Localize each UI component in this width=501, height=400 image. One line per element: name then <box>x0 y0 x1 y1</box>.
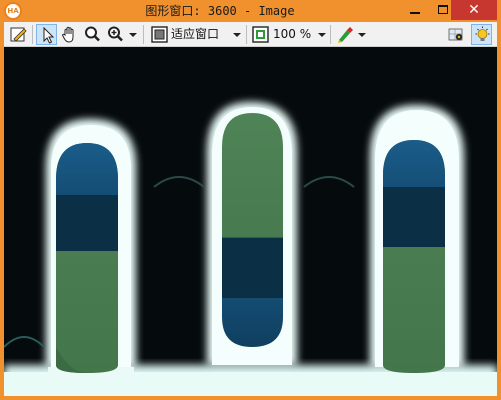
magnify-button[interactable] <box>82 24 103 45</box>
capsule-image <box>4 47 497 396</box>
draw-settings-button[interactable] <box>335 24 356 45</box>
edit-button[interactable] <box>8 24 29 45</box>
minimize-button[interactable] <box>401 0 429 20</box>
toolbar: 适应窗口 100 % <box>4 22 497 47</box>
fit-mode-dropdown[interactable] <box>232 24 242 45</box>
close-button[interactable]: ✕ <box>451 0 497 20</box>
pointer-button[interactable] <box>36 24 57 45</box>
edit-icon <box>10 27 27 42</box>
image-canvas[interactable] <box>4 47 497 396</box>
separator <box>143 25 144 44</box>
pointer-icon <box>43 26 55 44</box>
light-bulb-icon <box>475 26 490 41</box>
separator <box>32 25 33 44</box>
separator <box>330 25 331 44</box>
pan-button[interactable] <box>59 24 80 45</box>
grid-settings-icon <box>448 28 463 41</box>
zoom-level-dropdown[interactable] <box>317 24 327 45</box>
zoom-icon <box>252 26 269 43</box>
zoom-level-button[interactable] <box>250 24 271 45</box>
light-bulb-button[interactable] <box>471 24 492 45</box>
zoom-mode-dropdown[interactable] <box>128 24 138 45</box>
color-pen-icon <box>338 27 353 43</box>
separator <box>246 25 247 44</box>
fit-window-icon <box>151 26 168 43</box>
grid-settings-button[interactable] <box>446 24 467 45</box>
graphics-window: HA 图形窗口: 3600 - Image ✕ 适应窗口 100 % <box>0 0 501 400</box>
draw-settings-dropdown[interactable] <box>357 24 367 45</box>
zoom-level-value[interactable]: 100 % <box>273 24 311 45</box>
close-icon: ✕ <box>468 2 480 18</box>
magnifier-icon <box>85 26 100 42</box>
minimize-icon <box>410 11 420 14</box>
title-bar[interactable]: HA 图形窗口: 3600 - Image ✕ <box>0 0 501 22</box>
zoom-in-button[interactable] <box>105 24 126 45</box>
maximize-icon <box>438 5 448 14</box>
fit-window-button[interactable] <box>149 24 170 45</box>
fit-window-label[interactable]: 适应窗口 <box>171 24 219 45</box>
hand-icon <box>61 26 74 43</box>
zoom-in-icon <box>108 26 123 42</box>
window-title: 图形窗口: 3600 - Image <box>145 4 295 18</box>
